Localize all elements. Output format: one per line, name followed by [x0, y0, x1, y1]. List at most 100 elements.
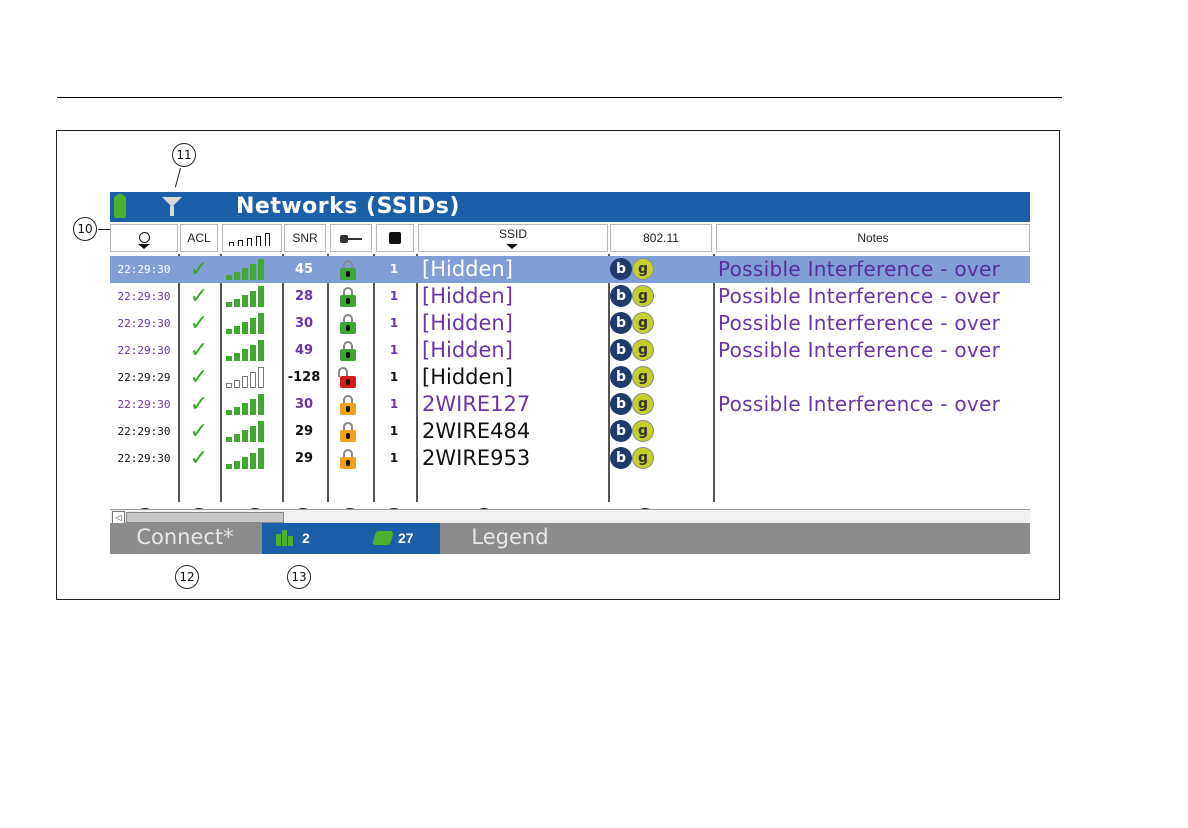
802-11b-icon: b	[610, 258, 632, 280]
bottom-bar: Connect* 2 27 Legend	[110, 523, 1030, 554]
lock-icon	[338, 256, 362, 283]
signal-bar	[234, 407, 240, 415]
signal-bar	[226, 302, 232, 307]
table-row[interactable]: 22:29:30 ✓ 29 1 2WIRE484 b g	[110, 418, 1030, 445]
column-header-snr[interactable]: SNR	[284, 224, 326, 252]
time-cell: 22:29:30	[117, 317, 171, 330]
ssid-cell: 2WIRE127	[422, 392, 531, 416]
signal-bar	[258, 313, 264, 334]
802-11b-icon: b	[610, 420, 632, 442]
802-11g-icon: g	[632, 285, 654, 307]
signal-strength-icon	[224, 310, 270, 337]
lock-icon	[338, 418, 362, 445]
notes-cell: Possible Interference - over	[718, 392, 1001, 416]
signal-bar	[242, 349, 248, 361]
standard-cell: b g	[610, 337, 670, 364]
signal-bar	[258, 421, 264, 442]
connect-button[interactable]: Connect*	[110, 523, 260, 554]
lock-icon	[338, 310, 362, 337]
lock-icon	[338, 391, 362, 418]
signal-bar	[258, 367, 264, 388]
column-header-acl[interactable]: ACL	[180, 224, 218, 252]
signal-bars	[226, 367, 270, 388]
acl-check-icon: ✓	[189, 284, 209, 309]
standard-cell: b g	[610, 283, 670, 310]
standard-cell: b g	[610, 364, 670, 391]
snr-cell: 45	[294, 262, 314, 277]
802-11g-icon: g	[632, 366, 654, 388]
clock-icon	[138, 232, 150, 243]
802-11g-icon: g	[632, 420, 654, 442]
signal-bar	[258, 394, 264, 415]
acl-check-icon: ✓	[189, 365, 209, 390]
ssid-cell: [Hidden]	[422, 257, 513, 281]
table-row[interactable]: 22:29:30 ✓ 30 1 [Hidden] b g Possible In…	[110, 310, 1030, 337]
padlock-icon	[340, 395, 358, 415]
access-point-icon	[389, 232, 401, 244]
column-header-signal[interactable]	[222, 224, 282, 252]
channel-cell: 1	[389, 262, 399, 276]
legend-button[interactable]: Legend	[450, 523, 570, 554]
table-row[interactable]: 22:29:30 ✓ 29 1 2WIRE953 b g	[110, 445, 1030, 472]
callout-13: 13	[287, 565, 311, 589]
column-header-channel[interactable]	[376, 224, 414, 252]
table-row[interactable]: 22:29:30 ✓ 28 1 [Hidden] b g Possible In…	[110, 283, 1030, 310]
signal-bar	[234, 299, 240, 307]
channel-cell: 1	[389, 424, 399, 438]
scroll-thumb[interactable]	[126, 512, 284, 523]
snr-cell: 30	[294, 397, 314, 412]
signal-bar	[242, 295, 248, 307]
signal-bars	[226, 313, 270, 334]
notes-cell: Possible Interference - over	[718, 257, 1001, 281]
lock-icon	[338, 337, 362, 364]
snr-cell: 30	[294, 316, 314, 331]
signal-bar	[250, 264, 256, 280]
notes-cell: Possible Interference - over	[718, 284, 1001, 308]
padlock-icon	[340, 260, 358, 280]
battery-icon	[114, 194, 126, 218]
time-cell: 22:29:30	[117, 344, 171, 357]
column-header-standard[interactable]: 802.11	[610, 224, 712, 252]
acl-check-icon: ✓	[189, 419, 209, 444]
table-row[interactable]: 22:29:29 ✓ -128 1 [Hidden] b g	[110, 364, 1030, 391]
notes-cell	[718, 445, 1030, 472]
horizontal-scrollbar[interactable]: ◁	[110, 509, 1030, 524]
signal-bar	[234, 272, 240, 280]
table-row[interactable]: 22:29:30 ✓ 49 1 [Hidden] b g Possible In…	[110, 337, 1030, 364]
signal-bar	[250, 372, 256, 388]
channel-cell: 1	[389, 397, 399, 411]
lock-icon	[338, 364, 362, 391]
time-cell: 22:29:30	[117, 398, 171, 411]
key-icon	[340, 235, 362, 243]
networks-screen: Networks (SSIDs) ACL SNR SSID 802.11 Not…	[110, 192, 1030, 554]
802-11b-icon: b	[610, 312, 632, 334]
signal-strength-icon	[229, 232, 277, 246]
802-11g-icon: g	[632, 258, 654, 280]
channel-cell: 1	[389, 316, 399, 330]
sort-arrow-icon	[506, 244, 518, 249]
signal-bar	[250, 399, 256, 415]
sort-arrow-icon	[138, 244, 150, 249]
lock-icon	[338, 445, 362, 472]
signal-bar	[226, 356, 232, 361]
signal-bar	[250, 453, 256, 469]
signal-bar	[234, 434, 240, 442]
signal-bar	[234, 461, 240, 469]
table-row[interactable]: 22:29:30 ✓ 30 1 2WIRE127 b g Possible In…	[110, 391, 1030, 418]
notes-cell	[718, 364, 1030, 391]
notes-cell: Possible Interference - over	[718, 311, 1001, 335]
snr-cell: 29	[294, 451, 314, 466]
table-row[interactable]: 22:29:30 ✓ 45 1 [Hidden] b g Possible In…	[110, 256, 1030, 283]
channel-cell: 1	[389, 289, 399, 303]
signal-bar	[258, 259, 264, 280]
802-11b-icon: b	[610, 447, 632, 469]
standard-cell: b g	[610, 445, 670, 472]
column-header-notes[interactable]: Notes	[716, 224, 1030, 252]
signal-bar	[226, 275, 232, 280]
signal-bar	[242, 430, 248, 442]
signal-bars	[226, 340, 270, 361]
filter-icon[interactable]	[162, 197, 182, 216]
stats-button[interactable]: 2 27	[262, 523, 440, 554]
802-11g-icon: g	[632, 393, 654, 415]
column-header-security[interactable]	[330, 224, 372, 252]
